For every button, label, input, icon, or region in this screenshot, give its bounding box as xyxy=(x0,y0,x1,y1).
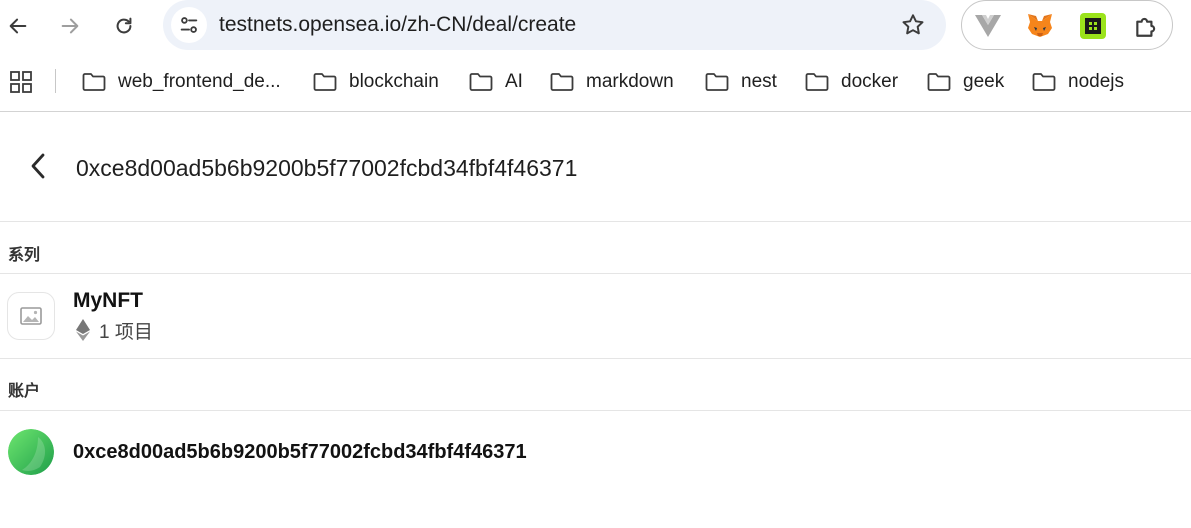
bookmark-star-icon[interactable] xyxy=(900,12,926,38)
site-info-button[interactable] xyxy=(171,7,207,43)
image-placeholder-icon xyxy=(20,307,42,325)
divider xyxy=(0,410,1191,411)
address-bar[interactable]: testnets.opensea.io/zh-CN/deal/create xyxy=(163,0,946,50)
vue-devtools-icon[interactable] xyxy=(974,12,1002,40)
back-nav-button[interactable] xyxy=(0,8,36,44)
puzzle-piece-icon[interactable] xyxy=(1132,12,1160,40)
folder-icon xyxy=(550,73,574,91)
browser-content-divider xyxy=(0,111,1191,112)
bookmark-folder[interactable]: blockchain xyxy=(313,68,439,96)
collection-meta: 1 项目 xyxy=(76,318,153,343)
page-back-button[interactable] xyxy=(22,148,54,184)
bookmark-folder[interactable]: AI xyxy=(469,68,523,96)
gradient-avatar-icon xyxy=(8,429,54,475)
metamask-fox-icon[interactable] xyxy=(1026,12,1054,40)
bookmark-label: nest xyxy=(741,71,777,92)
forward-nav-button[interactable] xyxy=(52,8,88,44)
bookmark-folder[interactable]: geek xyxy=(927,68,1004,96)
folder-icon xyxy=(705,73,729,91)
divider xyxy=(0,358,1191,359)
account-address[interactable]: 0xce8d00ad5b6b9200b5f77002fcbd34fbf4f463… xyxy=(73,441,527,464)
bookmark-folder[interactable]: nest xyxy=(705,68,777,96)
divider xyxy=(0,221,1191,222)
folder-icon xyxy=(313,73,337,91)
bookmark-label: AI xyxy=(505,71,523,92)
chevron-left-icon xyxy=(31,153,45,179)
bookmark-label: web_frontend_de... xyxy=(118,71,281,92)
account-section-label: 账户 xyxy=(8,383,41,400)
bookmarks-bar: web_frontend_de... blockchain AI markdow… xyxy=(0,62,1191,102)
collection-name[interactable]: MyNFT xyxy=(73,289,143,313)
reload-button[interactable] xyxy=(106,8,142,44)
collection-item-count: 1 项目 xyxy=(99,321,153,343)
bookmark-label: docker xyxy=(841,71,899,92)
tune-icon xyxy=(180,17,198,33)
collection-section-label: 系列 xyxy=(8,247,41,264)
bookmark-folder[interactable]: markdown xyxy=(550,68,674,96)
extensions-area xyxy=(961,0,1173,50)
arrow-left-icon xyxy=(9,18,27,34)
folder-icon xyxy=(805,73,829,91)
account-avatar[interactable] xyxy=(8,429,54,475)
folder-icon xyxy=(469,73,493,91)
browser-toolbar: testnets.opensea.io/zh-CN/deal/create xyxy=(0,0,1191,56)
bookmark-folder[interactable]: docker xyxy=(805,68,898,96)
deal-address-input[interactable] xyxy=(76,150,976,186)
folder-icon xyxy=(82,73,106,91)
green-square-extension-icon[interactable] xyxy=(1079,12,1107,40)
bookmarks-divider xyxy=(55,69,56,93)
bookmark-folder[interactable]: nodejs xyxy=(1032,68,1124,96)
folder-icon xyxy=(927,73,951,91)
ethereum-icon xyxy=(76,319,90,341)
bookmark-label: geek xyxy=(963,71,1005,92)
bookmark-label: nodejs xyxy=(1068,71,1124,92)
reload-icon xyxy=(116,17,132,34)
apps-grid-icon[interactable] xyxy=(10,71,32,93)
bookmark-label: markdown xyxy=(586,71,674,92)
divider xyxy=(0,273,1191,274)
folder-icon xyxy=(1032,73,1056,91)
arrow-right-icon xyxy=(61,18,79,34)
bookmark-folder[interactable]: web_frontend_de... xyxy=(82,68,281,96)
collection-thumbnail[interactable] xyxy=(7,292,55,340)
bookmark-label: blockchain xyxy=(349,71,439,92)
url-text[interactable]: testnets.opensea.io/zh-CN/deal/create xyxy=(219,13,576,37)
